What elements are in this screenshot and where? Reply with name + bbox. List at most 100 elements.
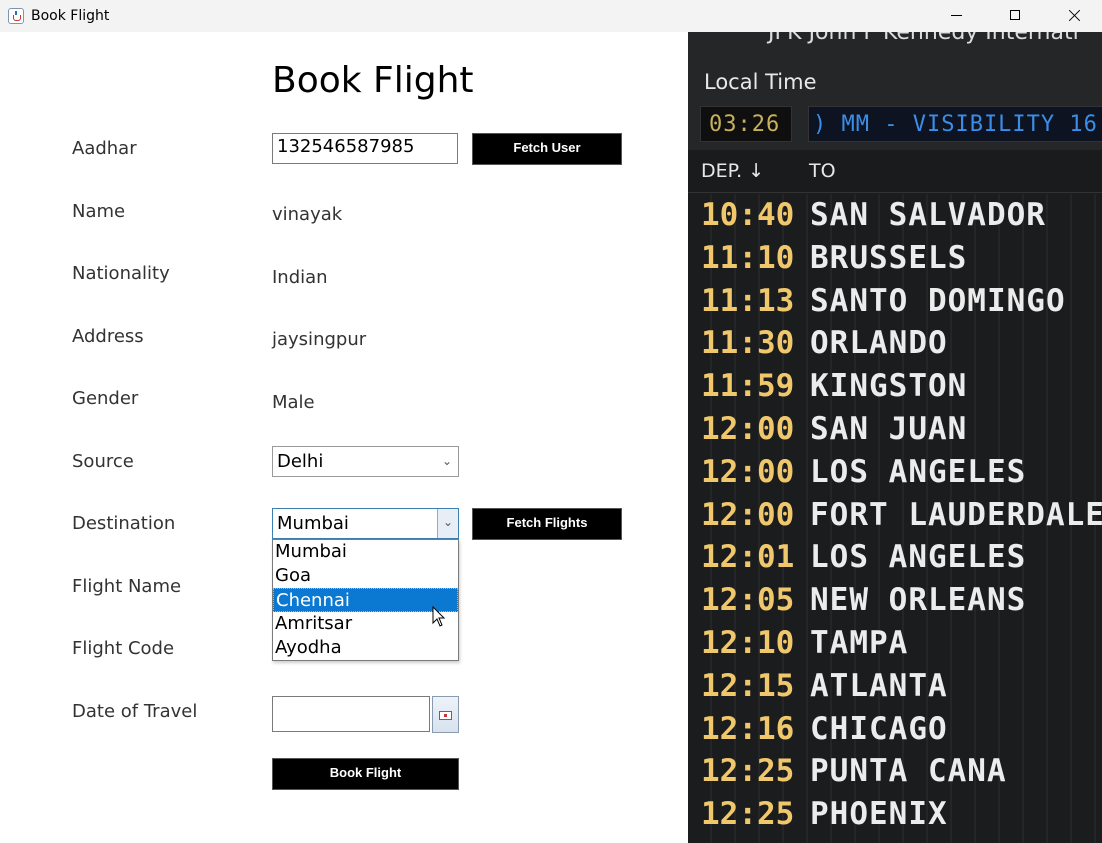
departure-row: 11:30 ORLANDO — [688, 322, 1102, 365]
departure-time: 11:59 — [701, 368, 795, 405]
departure-destination: SANTO DOMINGO — [810, 282, 1066, 319]
departure-row: 12:05 NEW ORLEANS — [688, 579, 1102, 622]
departure-destination: TAMPA — [810, 625, 909, 661]
page-title: Book Flight — [272, 60, 474, 101]
departure-destination: LOS ANGELES — [810, 539, 1027, 576]
aadhar-input[interactable]: 132546587985 — [272, 133, 458, 164]
minimize-icon — [951, 15, 962, 16]
departure-row: 11:10 BRUSSELS — [688, 237, 1102, 280]
dropdown-arrow-button[interactable]: ⌄ — [437, 509, 458, 538]
departure-time: 10:40 — [701, 197, 795, 233]
window-title: Book Flight — [31, 8, 110, 24]
departure-row: 12:16 CHICAGO — [688, 708, 1102, 751]
board-column-headers: DEP. ↓ TO — [688, 150, 1102, 193]
departure-destination: CHICAGO — [810, 710, 948, 747]
departure-row: 11:59 KINGSTON — [688, 365, 1102, 408]
departure-row: 12:01 LOS ANGELES — [688, 536, 1102, 579]
date-input[interactable] — [272, 696, 430, 732]
destination-select[interactable]: Mumbai ⌄ — [272, 508, 459, 539]
address-value: jaysingpur — [272, 329, 367, 350]
book-flight-button[interactable]: Book Flight — [272, 758, 459, 790]
address-label: Address — [72, 326, 144, 347]
departure-destination: ORLANDO — [810, 325, 948, 362]
dropdown-option-ayodha[interactable]: Ayodha — [273, 636, 458, 660]
departure-time: 12:00 — [701, 453, 795, 490]
departure-row: 10:40 SAN SALVADOR — [688, 194, 1102, 237]
chevron-down-icon: ⌄ — [443, 515, 454, 529]
departure-destination: PHOENIX — [810, 796, 948, 833]
departure-time: 11:13 — [701, 282, 795, 319]
maximize-button[interactable] — [991, 0, 1037, 32]
source-label: Source — [72, 451, 134, 472]
departure-time: 12:05 — [701, 582, 795, 619]
ticker-text: ) MM - VISIBILITY 16 — [813, 112, 1098, 137]
dropdown-option-chennai[interactable]: Chennai — [273, 588, 458, 612]
flight-name-label: Flight Name — [72, 576, 182, 597]
date-picker-button[interactable] — [432, 696, 459, 733]
flight-code-label: Flight Code — [72, 638, 175, 659]
departure-destination: FORT LAUDERDALE — [810, 496, 1102, 533]
airport-name: JFK John F Kennedy Internati — [768, 32, 1079, 45]
departure-row: 12:00 FORT LAUDERDALE — [688, 494, 1102, 537]
source-select[interactable]: Delhi ⌄ — [272, 446, 459, 477]
java-icon — [8, 8, 24, 24]
dropdown-option-amritsar[interactable]: Amritsar — [273, 612, 458, 636]
maximize-icon — [1010, 10, 1020, 20]
departure-time: 12:00 — [701, 496, 795, 533]
close-button[interactable] — [1050, 0, 1096, 32]
local-time-display: 03:26 — [700, 106, 792, 142]
source-selected-value: Delhi — [277, 451, 324, 472]
departure-destination: NEW ORLEANS — [810, 582, 1027, 619]
calendar-icon — [439, 711, 452, 720]
departure-row: 11:13 SANTO DOMINGO — [688, 280, 1102, 323]
departure-row: 12:15 ATLANTA — [688, 665, 1102, 708]
nationality-label: Nationality — [72, 263, 170, 284]
departure-row: 12:25 PHOENIX — [688, 793, 1102, 836]
departure-destination: KINGSTON — [810, 368, 968, 405]
minimize-button[interactable] — [933, 0, 979, 32]
destination-label: Destination — [72, 513, 176, 534]
departure-destination: ATLANTA — [810, 667, 948, 704]
departure-row: 12:10 TAMPA — [688, 622, 1102, 665]
departure-row: 12:25 PUNTA CANA — [688, 750, 1102, 793]
destination-dropdown-list: Mumbai Goa Chennai Amritsar Ayodha — [272, 539, 459, 661]
aadhar-label: Aadhar — [72, 138, 137, 159]
board-header: JFK John F Kennedy Internati Local Time … — [688, 32, 1102, 150]
name-label: Name — [72, 201, 126, 222]
destination-selected-value: Mumbai — [277, 513, 349, 534]
gender-label: Gender — [72, 388, 139, 409]
departure-time: 11:30 — [701, 325, 795, 362]
departure-time: 12:25 — [701, 796, 795, 833]
fetch-flights-button[interactable]: Fetch Flights — [472, 508, 622, 540]
departure-destination: SAN SALVADOR — [810, 197, 1046, 233]
dropdown-option-mumbai[interactable]: Mumbai — [273, 540, 458, 564]
departure-board-image: JFK John F Kennedy Internati Local Time … — [688, 32, 1102, 843]
local-time-label: Local Time — [704, 70, 817, 94]
departure-time: 12:15 — [701, 667, 795, 704]
departure-time: 12:16 — [701, 710, 795, 747]
chevron-down-icon: ⌄ — [441, 454, 452, 468]
departure-time: 12:00 — [701, 411, 795, 447]
ticker-display: ) MM - VISIBILITY 16 — [808, 106, 1102, 142]
departure-destination: LOS ANGELES — [810, 453, 1027, 490]
departure-row: 12:00 LOS ANGELES — [688, 451, 1102, 494]
gender-value: Male — [272, 392, 315, 413]
nationality-value: Indian — [272, 267, 328, 288]
departure-row: 12:00 SAN JUAN — [688, 408, 1102, 451]
departure-time: 12:01 — [701, 539, 795, 576]
departure-destination: PUNTA CANA — [810, 753, 1007, 790]
title-bar: Book Flight — [0, 0, 1102, 32]
dropdown-option-goa[interactable]: Goa — [273, 564, 458, 588]
to-header: TO — [809, 160, 836, 182]
departure-time: 12:25 — [701, 753, 795, 790]
mouse-cursor-icon — [432, 606, 446, 627]
fetch-user-button[interactable]: Fetch User — [472, 133, 622, 165]
date-of-travel-label: Date of Travel — [72, 701, 198, 722]
departure-time: 11:10 — [701, 239, 795, 276]
departures-list: 10:40 SAN SALVADOR 11:10 BRUSSELS 11:13 SANTO… — [688, 194, 1102, 843]
departure-time: 12:10 — [701, 625, 795, 661]
departure-destination: SAN JUAN — [810, 411, 968, 447]
dep-header: DEP. ↓ — [701, 160, 765, 182]
departure-destination: BRUSSELS — [810, 239, 968, 276]
name-value: vinayak — [272, 204, 343, 225]
